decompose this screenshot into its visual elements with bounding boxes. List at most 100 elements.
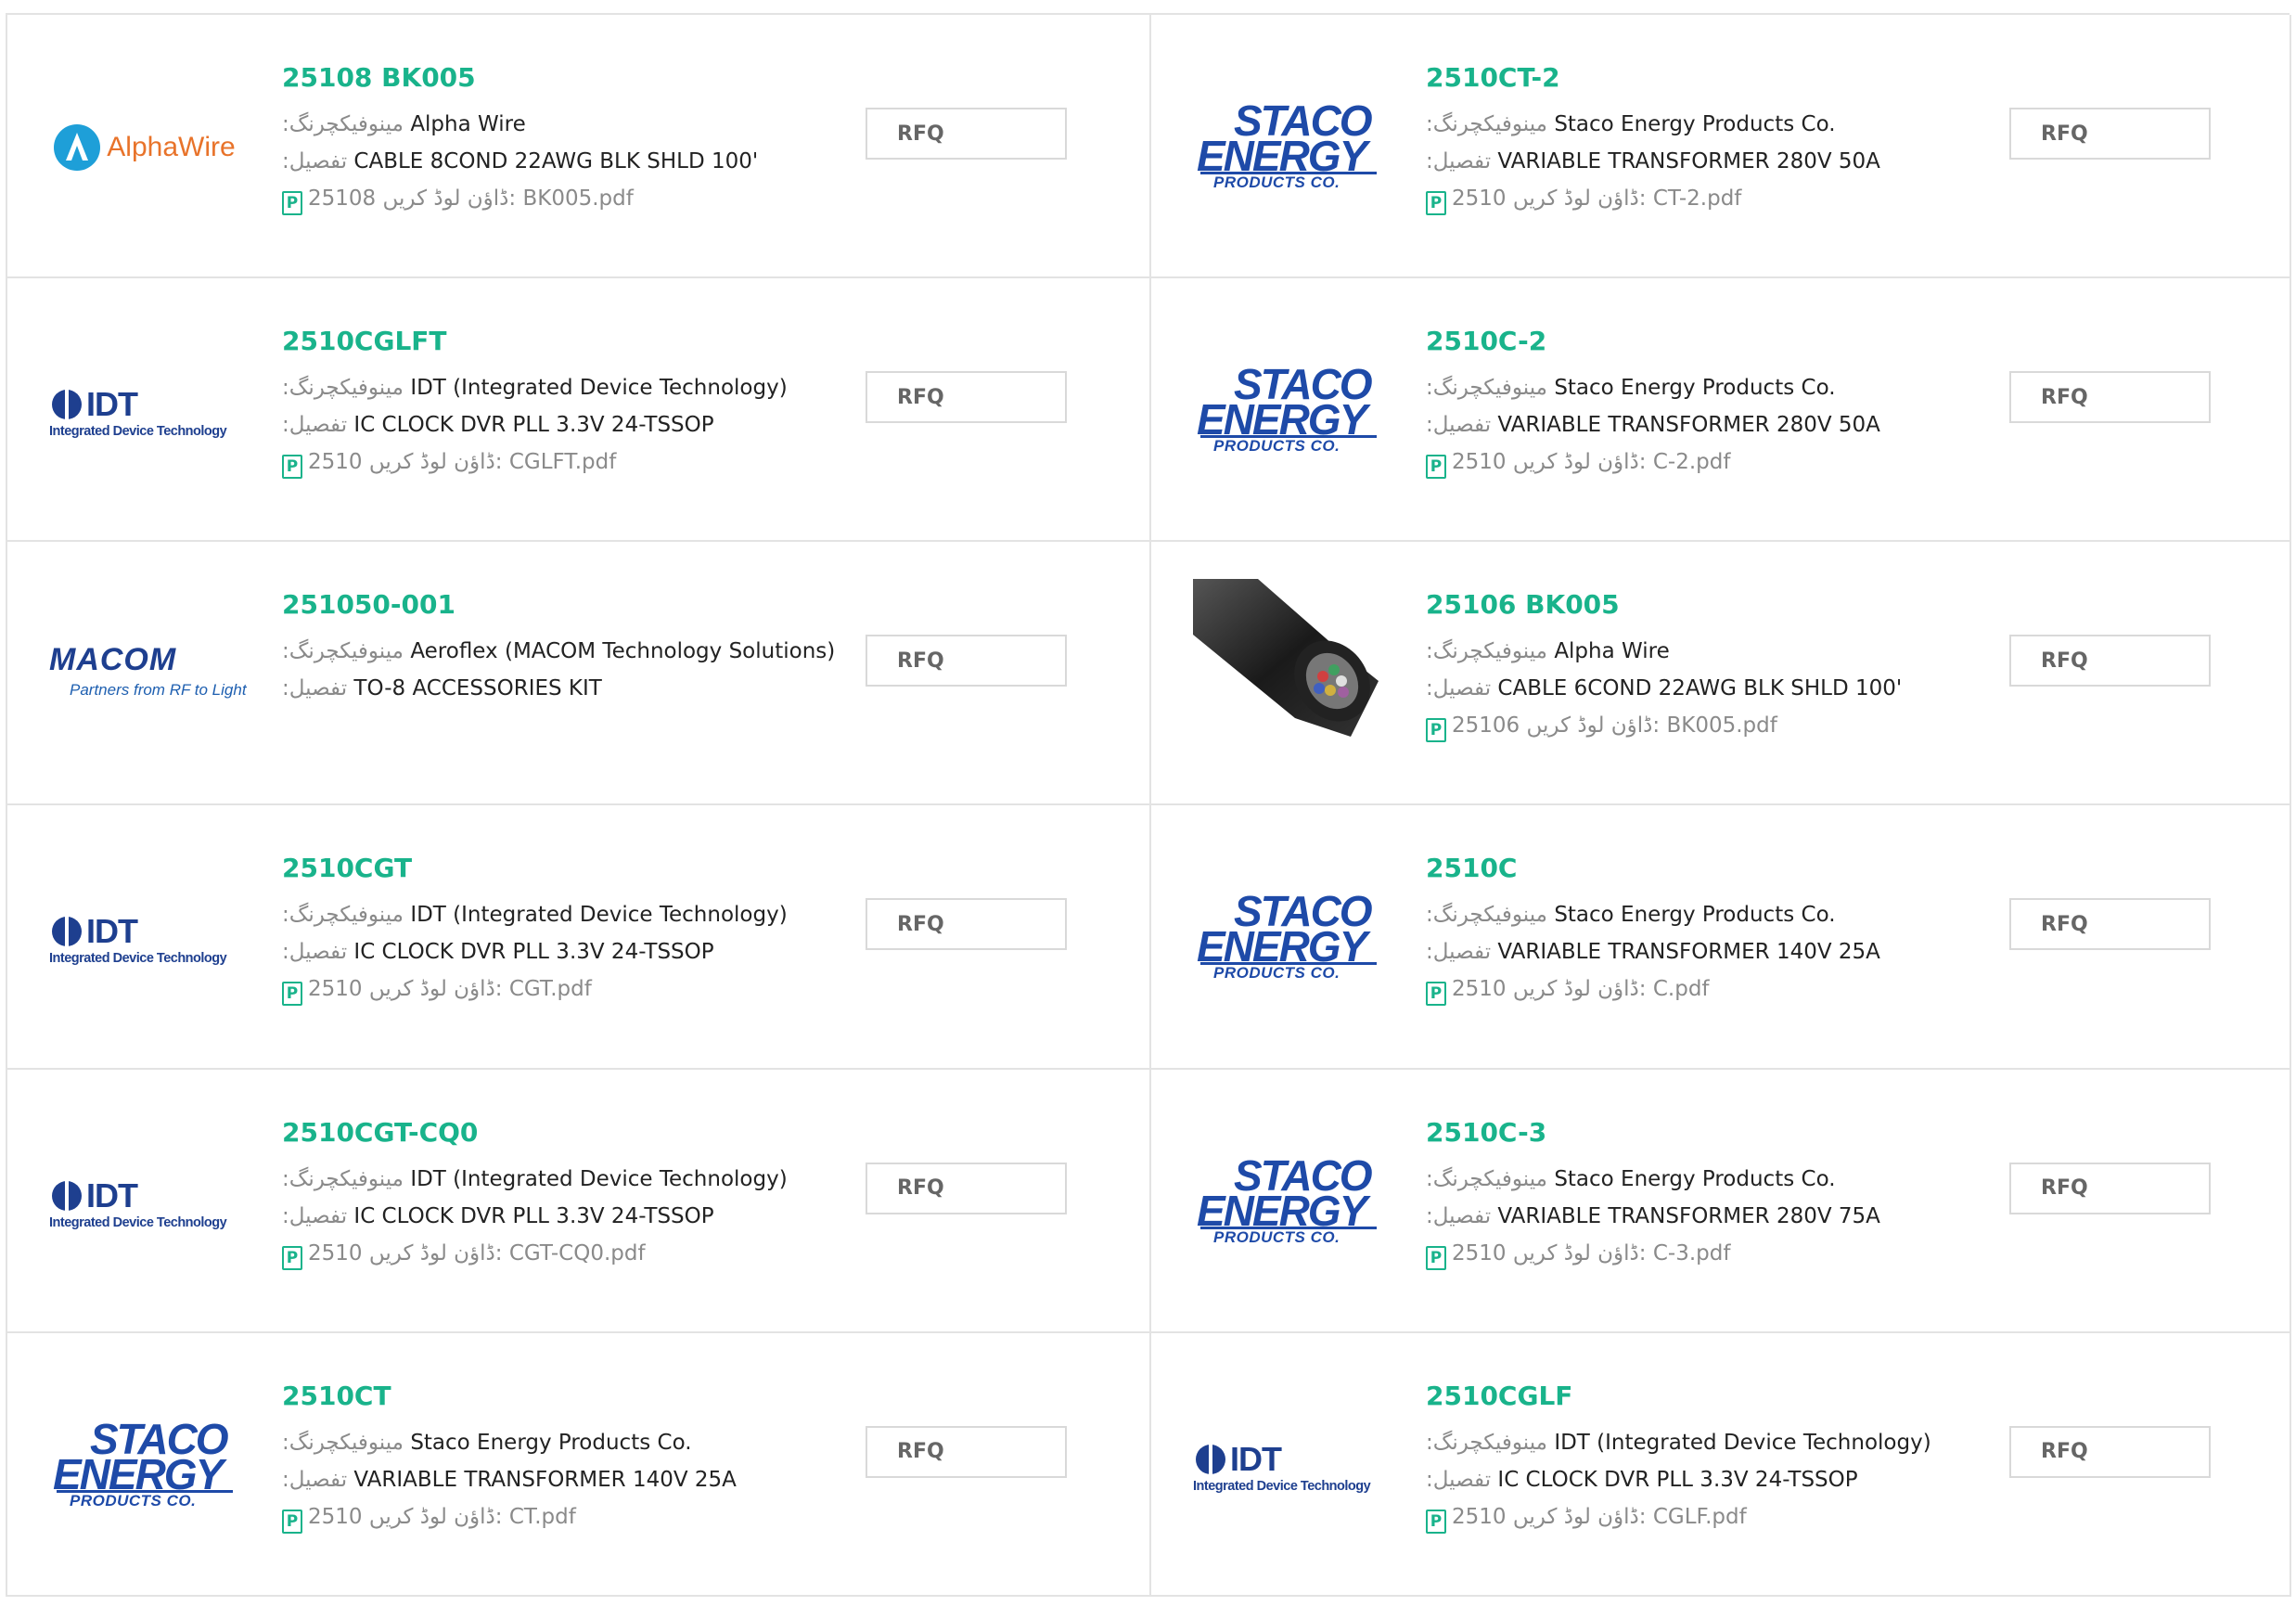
download-label: ڈاؤن لوڈ کریں: [382,186,517,211]
product-info: 2510CT-2 :مینوفیکچرنگ Staco Energy Produc… [1426,61,2001,217]
product-info: 2510CGLFT:مینوفیکچرنگ IDT (Integrated De… [282,325,857,481]
detail-value: VARIABLE TRANSFORMER 280V 50A [1497,413,1880,438]
rfq-button[interactable]: RFQ [866,635,1067,687]
manufacturer-row: :مینوفیکچرنگ Staco Energy Products Co. [282,1424,857,1461]
product-card: 25106 BK005:مینوفیکچرنگ Alpha Wire:تفصیل… [1151,542,2291,806]
pdf-icon: P [1426,982,1446,1007]
manufacturer-label: :مینوفیکچرنگ [1426,112,1547,136]
download-filename: CGT.pdf [508,977,592,1002]
download-prefix: 2510 [308,1240,363,1266]
part-number-link[interactable]: 2510CT [282,1380,857,1413]
part-number-link[interactable]: 2510CGLF [1426,1380,2001,1413]
part-number-link[interactable]: 2510C-2 [1426,325,2001,358]
staco-energy-logo: STACO ENERGY PRODUCTS CO. [1193,1154,1383,1251]
rfq-button[interactable]: RFQ [866,371,1067,424]
datasheet-download-link[interactable]: P 2510 ڈاؤن لوڈ کریں: CGLF.pdf [1426,1498,2001,1535]
manufacturer-logo[interactable]: IDT Integrated Device Technology [49,1142,239,1263]
datasheet-download-link[interactable]: P 2510 ڈاؤن لوڈ کریں: CGLFT.pdf [282,443,857,481]
pdf-icon: P [1426,1509,1446,1534]
detail-value: IC CLOCK DVR PLL 3.3V 24-TSSOP [1497,1467,1858,1492]
product-info: 25108 BK005:مینوفیکچرنگ Alpha Wire:تفصیل… [282,61,857,217]
download-prefix: 25108 [308,186,377,211]
datasheet-download-link[interactable]: P 2510 ڈاؤن لوڈ کریں: CGT.pdf [282,970,857,1008]
download-prefix: 2510 [1452,450,1507,475]
manufacturer-value: IDT (Integrated Device Technology) [410,1166,788,1191]
manufacturer-label: :مینوفیکچرنگ [282,1166,404,1191]
part-number-link[interactable]: 251050-001 [282,588,857,622]
rfq-button[interactable]: RFQ [866,898,1067,951]
manufacturer-label: :مینوفیکچرنگ [1426,639,1547,664]
manufacturer-label: :مینوفیکچرنگ [282,903,404,928]
manufacturer-logo[interactable]: STACO ENERGY PRODUCTS CO. [1193,351,1383,471]
manufacturer-logo[interactable]: STACO ENERGY PRODUCTS CO. [1193,87,1383,208]
rfq-button[interactable]: RFQ [2009,898,2211,951]
macom-logo: MACOM Partners from RF to Light [49,642,247,700]
part-number-link[interactable]: 25108 BK005 [282,61,857,95]
detail-row: :تفصیل VARIABLE TRANSFORMER 140V 25A [1426,933,2001,970]
detail-label: :تفصیل [1426,940,1492,965]
manufacturer-row: :مینوفیکچرنگ Staco Energy Products Co. [1426,896,2001,933]
manufacturer-logo[interactable]: IDT Integrated Device Technology [1193,1406,1383,1526]
detail-label: :تفصیل [282,149,348,173]
datasheet-download-link[interactable]: P 25108 ڈاؤن لوڈ کریں: BK005.pdf [282,180,857,217]
product-info: 2510C :مینوفیکچرنگ Staco Energy Products … [1426,852,2001,1008]
download-filename: C-2.pdf [1652,450,1731,475]
manufacturer-logo[interactable]: STACO ENERGY PRODUCTS CO. [49,1406,239,1526]
download-filename: CT-2.pdf [1652,186,1742,211]
download-label: ڈاؤن لوڈ کریں: [368,1240,503,1266]
download-prefix: 2510 [1452,186,1507,211]
datasheet-download-link[interactable]: P 2510 ڈاؤن لوڈ کریں: C.pdf [1426,970,2001,1008]
manufacturer-label: :مینوفیکچرنگ [1426,376,1547,401]
idt-logo: IDT Integrated Device Technology [49,1176,227,1230]
detail-label: :تفصیل [1426,413,1492,438]
manufacturer-logo[interactable]: STACO ENERGY PRODUCTS CO. [1193,878,1383,998]
detail-value: IC CLOCK DVR PLL 3.3V 24-TSSOP [353,940,714,965]
manufacturer-row: :مینوفیکچرنگ IDT (Integrated Device Tech… [282,896,857,933]
datasheet-download-link[interactable]: P 2510 ڈاؤن لوڈ کریں: C-3.pdf [1426,1235,2001,1272]
manufacturer-value: Aeroflex (MACOM Technology Solutions) [410,639,836,664]
rfq-button[interactable]: RFQ [2009,1425,2211,1478]
rfq-button[interactable]: RFQ [866,108,1067,160]
part-number-link[interactable]: 2510CGT-CQ0 [282,1116,857,1150]
manufacturer-logo[interactable] [1193,579,1383,738]
datasheet-download-link[interactable]: P 2510 ڈاؤن لوڈ کریں: C-2.pdf [1426,443,2001,481]
rfq-button[interactable]: RFQ [2009,1162,2211,1214]
part-number-link[interactable]: 2510C [1426,852,2001,885]
rfq-button[interactable]: RFQ [2009,108,2211,160]
manufacturer-label: :مینوفیکچرنگ [1426,903,1547,928]
datasheet-download-link[interactable]: P 2510 ڈاؤن لوڈ کریں: CT-2.pdf [1426,180,2001,217]
rfq-button[interactable]: RFQ [866,1162,1067,1214]
manufacturer-logo[interactable]: STACO ENERGY PRODUCTS CO. [1193,1142,1383,1263]
pdf-icon: P [1426,718,1446,743]
download-label: ڈاؤن لوڈ کریں: [1512,1504,1647,1529]
part-number-link[interactable]: 2510CGLFT [282,325,857,358]
datasheet-download-link[interactable]: P 2510 ڈاؤن لوڈ کریں: CGT-CQ0.pdf [282,1235,857,1272]
manufacturer-row: :مینوفیکچرنگ Staco Energy Products Co. [1426,1161,2001,1198]
rfq-button[interactable]: RFQ [866,1425,1067,1478]
detail-value: TO-8 ACCESSORIES KIT [353,676,602,701]
download-label: ڈاؤن لوڈ کریں: [1512,450,1647,475]
product-card: STACO ENERGY PRODUCTS CO. 2510C :مینوفیکچرنگ… [1151,805,2291,1070]
manufacturer-label: :مینوفیکچرنگ [1426,1430,1547,1455]
product-card: STACO ENERGY PRODUCTS CO. 2510C-2 :مینوفیکچر… [1151,278,2291,543]
download-label: ڈاؤن لوڈ کریں: [368,1504,503,1529]
pdf-icon: P [1426,191,1446,215]
datasheet-download-link[interactable]: P 25106 ڈاؤن لوڈ کریں: BK005.pdf [1426,707,2001,744]
product-card: IDT Integrated Device Technology 2510CGLFT… [7,278,1151,543]
part-number-link[interactable]: 2510C-3 [1426,1116,2001,1150]
manufacturer-row: :مینوفیکچرنگ Staco Energy Products Co. [1426,106,2001,143]
manufacturer-value: Alpha Wire [410,112,526,136]
download-label: ڈاؤن لوڈ کریں: [1526,713,1661,739]
manufacturer-value: Staco Energy Products Co. [1554,112,1836,136]
manufacturer-logo[interactable]: IDT Integrated Device Technology [49,878,239,998]
part-number-link[interactable]: 2510CT-2 [1426,61,2001,95]
rfq-button[interactable]: RFQ [2009,371,2211,424]
manufacturer-logo[interactable]: MACOM Partners from RF to Light [49,614,247,735]
manufacturer-logo[interactable]: AlphaWire [49,87,239,208]
part-number-link[interactable]: 25106 BK005 [1426,588,2001,622]
part-number-link[interactable]: 2510CGT [282,852,857,885]
datasheet-download-link[interactable]: P 2510 ڈاؤن لوڈ کریں: CT.pdf [282,1498,857,1535]
download-filename: C.pdf [1652,977,1710,1002]
manufacturer-logo[interactable]: IDT Integrated Device Technology [49,351,239,471]
rfq-button[interactable]: RFQ [2009,635,2211,687]
